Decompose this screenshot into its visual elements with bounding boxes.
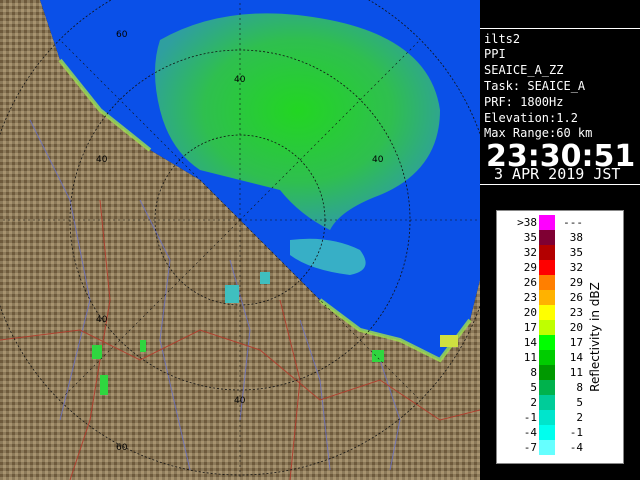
range-label: 40 (372, 155, 384, 165)
legend-upper-bound: 38 (569, 231, 583, 244)
legend-upper-bound: 32 (569, 261, 583, 274)
legend-color-swatch (539, 260, 555, 275)
legend-upper-bound: 35 (569, 246, 583, 259)
legend-row: -7 -4 (497, 440, 623, 455)
legend-upper-bound: 14 (569, 351, 583, 364)
task-name: Task: SEAICE_A (484, 79, 586, 93)
site-name: ilts2 (484, 32, 521, 46)
legend-color-swatch (539, 440, 555, 455)
product-name: SEAICE_A_ZZ (484, 63, 564, 77)
legend-row: 17 20 (497, 320, 623, 335)
legend-upper-bound: 29 (569, 276, 583, 289)
legend-lower-bound: -1 (523, 411, 537, 424)
legend-row: 29 32 (497, 260, 623, 275)
legend-color-swatch (539, 395, 555, 410)
legend-color-swatch (539, 245, 555, 260)
legend-row: 58 (497, 380, 623, 395)
legend-row: 11 14 (497, 350, 623, 365)
scan-date: 3 APR 2019 JST (494, 165, 621, 183)
legend-upper-bound: -1 (569, 426, 583, 439)
legend-upper-bound: --- (563, 216, 583, 229)
legend-lower-bound: -4 (523, 426, 537, 439)
legend-color-swatch (539, 305, 555, 320)
legend-upper-bound: 20 (569, 321, 583, 334)
legend-row: -1 2 (497, 410, 623, 425)
range-label: 60 (116, 443, 128, 453)
elevation-value: Elevation:1.2 (484, 111, 578, 125)
legend-row: 20 23 (497, 305, 623, 320)
radar-display: 60 40 40 40 40 40 60 ilts2 PPI SEAICE_A_… (0, 0, 640, 480)
legend-row: 8 11 (497, 365, 623, 380)
legend-color-swatch (539, 275, 555, 290)
legend-upper-bound: -4 (569, 441, 583, 454)
legend-lower-bound: 11 (523, 351, 537, 364)
range-label: 60 (116, 30, 128, 40)
legend-lower-bound: 32 (523, 246, 537, 259)
legend-lower-bound: >38 (517, 216, 537, 229)
legend-row: 35 38 (497, 230, 623, 245)
legend-upper-bound: 5 (576, 396, 583, 409)
legend-lower-bound: 2 (530, 396, 537, 409)
prf-value: PRF: 1800Hz (484, 95, 564, 109)
scan-type: PPI (484, 47, 506, 61)
legend-lower-bound: 8 (530, 366, 537, 379)
legend-lower-bound: 17 (523, 321, 537, 334)
legend-lower-bound: -7 (523, 441, 537, 454)
range-label: 40 (234, 396, 246, 406)
legend-upper-bound: 23 (569, 306, 583, 319)
range-label: 40 (96, 315, 108, 325)
legend-color-swatch (539, 425, 555, 440)
range-label: 40 (96, 155, 108, 165)
legend-color-swatch (539, 380, 555, 395)
legend-row: 25 (497, 395, 623, 410)
legend-row: 26 29 (497, 275, 623, 290)
legend-lower-bound: 5 (530, 381, 537, 394)
legend-color-swatch (539, 365, 555, 380)
reflectivity-legend: >38 --- 35 38 32 35 29 32 26 29 23 26 20 23 17 20 14 17 11… (496, 210, 624, 464)
legend-lower-bound: 23 (523, 291, 537, 304)
legend-lower-bound: 26 (523, 276, 537, 289)
legend-lower-bound: 29 (523, 261, 537, 274)
legend-color-swatch (539, 230, 555, 245)
legend-lower-bound: 35 (523, 231, 537, 244)
legend-row: 23 26 (497, 290, 623, 305)
range-label: 40 (234, 75, 246, 85)
legend-color-swatch (539, 350, 555, 365)
legend-upper-bound: 8 (576, 381, 583, 394)
legend-upper-bound: 26 (569, 291, 583, 304)
legend-row: 32 35 (497, 245, 623, 260)
legend-upper-bound: 11 (569, 366, 583, 379)
max-range-value: Max Range:60 km (484, 126, 593, 140)
radar-map: 60 40 40 40 40 40 60 (0, 0, 480, 480)
legend-row: >38 --- (497, 215, 623, 230)
legend-row: -4 -1 (497, 425, 623, 440)
legend-color-swatch (539, 215, 555, 230)
legend-color-swatch (539, 410, 555, 425)
scan-info-panel: ilts2 PPI SEAICE_A_ZZ Task: SEAICE_A PRF… (480, 28, 640, 185)
legend-color-swatch (539, 290, 555, 305)
legend-row: 14 17 (497, 335, 623, 350)
legend-color-swatch (539, 320, 555, 335)
legend-lower-bound: 20 (523, 306, 537, 319)
legend-upper-bound: 2 (576, 411, 583, 424)
legend-color-swatch (539, 335, 555, 350)
legend-upper-bound: 17 (569, 336, 583, 349)
legend-lower-bound: 14 (523, 336, 537, 349)
legend-axis-label: Reflectivity in dBZ (588, 282, 602, 392)
